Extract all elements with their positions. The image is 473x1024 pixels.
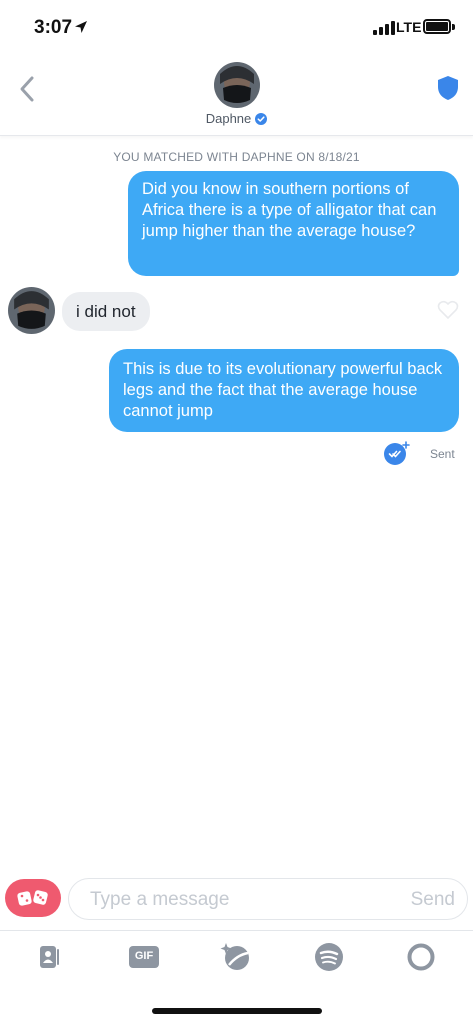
incoming-message[interactable]: i did not xyxy=(62,292,150,331)
back-button[interactable] xyxy=(12,72,42,106)
status-bar: 3:07 LTE xyxy=(0,0,473,58)
outgoing-message[interactable]: This is due to its evolutionary powerful… xyxy=(109,349,459,432)
home-indicator xyxy=(152,1008,322,1014)
match-notice: YOU MATCHED WITH DAPHNE ON 8/18/21 xyxy=(113,150,360,164)
status-time: 3:07 xyxy=(34,17,73,38)
read-receipt-icon[interactable] xyxy=(382,440,410,466)
header-name-row[interactable]: Daphne xyxy=(0,111,473,126)
sticker-button[interactable] xyxy=(220,940,252,974)
heart-icon[interactable] xyxy=(437,300,459,320)
dice-button[interactable] xyxy=(5,879,61,917)
avatar-photo xyxy=(214,62,260,108)
message-composer: Type a message Send xyxy=(0,878,473,920)
chevron-left-icon xyxy=(20,76,34,102)
tray-divider xyxy=(0,930,473,931)
avatar[interactable] xyxy=(214,62,260,108)
sent-status: Sent xyxy=(430,447,455,461)
contact-card-icon xyxy=(40,946,59,968)
send-button[interactable]: Send xyxy=(411,889,455,911)
spotify-button[interactable] xyxy=(313,940,345,974)
match-name: Daphne xyxy=(205,111,252,126)
loading-ring-icon xyxy=(407,943,435,971)
safety-shield-icon[interactable] xyxy=(436,74,460,102)
loading-button[interactable] xyxy=(405,940,437,974)
network-label: LTE xyxy=(396,19,422,35)
contact-card-button[interactable] xyxy=(33,940,65,974)
dice-icon xyxy=(17,890,48,906)
avatar-photo xyxy=(8,287,55,334)
signal-icon xyxy=(373,21,395,35)
chat-header: Daphne xyxy=(0,58,473,136)
avatar[interactable] xyxy=(8,287,55,334)
battery-cap xyxy=(452,24,455,30)
message-input[interactable]: Type a message Send xyxy=(68,878,468,920)
location-arrow-icon xyxy=(75,21,87,33)
spotify-icon xyxy=(315,943,343,971)
outgoing-message[interactable]: Did you know in southern portions of Afr… xyxy=(128,171,459,276)
message-placeholder: Type a message xyxy=(90,889,230,910)
gif-label: GIF xyxy=(134,950,154,962)
verified-badge-icon xyxy=(255,112,268,125)
sparkle-sticker-icon xyxy=(220,943,249,970)
gif-button[interactable]: GIF xyxy=(128,940,160,974)
battery-icon xyxy=(423,19,451,34)
